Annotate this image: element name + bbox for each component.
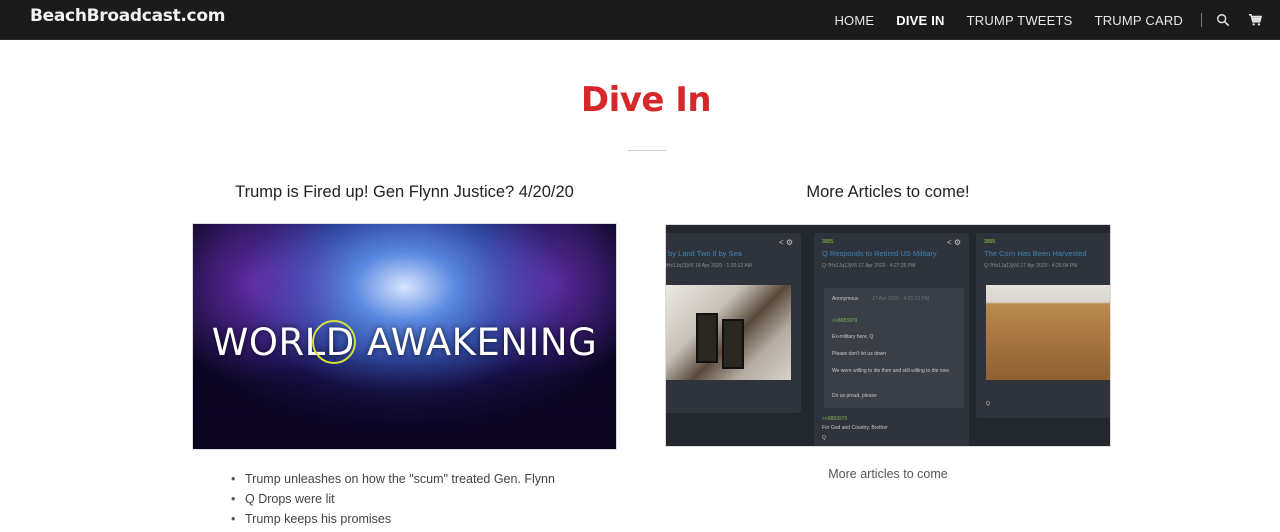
reply-author: Anonymous [832,296,859,302]
right-article-heading: More Articles to come! [806,183,970,201]
title-divider [628,150,666,151]
q-drop-meta: !!Hs1Jq13jV6 18 Apr 2020 - 1:20:12 AM [665,263,752,269]
reply-time: 17 Apr 2020 - 4:25:12 PM [872,296,929,302]
q-drop-number: 3905 [984,239,996,245]
bullet-item: Q Drops were lit [231,489,555,509]
image-shade [193,349,616,449]
nav-item-home[interactable]: HOME [834,13,874,28]
q-drop-title: The Corn Has Been Harvested [984,249,1087,258]
q-drop-meta: Q !!Hs1Jq13jV6 17 Apr 2020 - 4:27:25 PM [822,263,916,269]
q-drop-reply: Anonymous 17 Apr 2020 - 4:25:12 PM >>888… [824,288,964,408]
answer-sign: Q [822,435,826,441]
reply-quote: >>8883979 [832,318,858,324]
q-drop-card: 3905 The Corn Has Been Harvested Q !!Hs1… [976,233,1110,418]
lantern-photo [666,285,791,380]
q-drop-card: < ⚙ f by Land Two if by Sea !!Hs1Jq13jV6… [665,233,801,413]
share-icon: < ⚙ [778,238,793,247]
left-article-heading[interactable]: Trump is Fired up! Gen Flynn Justice? 4/… [192,183,617,202]
cart-icon[interactable] [1248,13,1262,27]
nav-item-trump-card[interactable]: TRUMP CARD [1095,13,1183,28]
answer-quote: >>8883979 [822,416,848,422]
q-drop-number: 3905 [822,239,834,245]
answer-text: For God and Country, Brother [822,425,888,431]
site-header: BeachBroadcast.com HOME DIVE IN TRUMP TW… [0,0,1280,40]
q-drop-meta: Q !!Hs1Jq13jV6 17 Apr 2020 - 4:25:04 PM [984,263,1078,269]
q-drops-image[interactable]: < ⚙ f by Land Two if by Sea !!Hs1Jq13jV6… [665,224,1111,447]
share-icon: < ⚙ [946,238,961,247]
q-drop-title: f by Land Two if by Sea [665,249,742,258]
corn-field-photo [986,285,1110,380]
main-nav: HOME DIVE IN TRUMP TWEETS TRUMP CARD [834,0,1280,40]
page-title: Dive In [580,80,712,120]
nav-item-dive-in[interactable]: DIVE IN [896,13,944,28]
reply-line: We were willing to die then and still wi… [832,368,949,374]
q-drop-title: Q Responds to Retired US Military [822,249,937,258]
site-logo[interactable]: BeachBroadcast.com [30,6,225,26]
nav-item-trump-tweets[interactable]: TRUMP TWEETS [967,13,1073,28]
left-article-bullets: Trump unleashes on how the "scum" treate… [231,469,555,529]
lantern-shape [696,313,718,363]
q-drop-card: 3905 < ⚙ Q Responds to Retired US Milita… [814,233,969,446]
nav-divider [1201,13,1202,27]
image-overlay-text: WORLD AWAKENING [211,321,598,364]
lantern-shape [722,319,744,369]
bullet-item: Trump keeps his promises [231,509,555,529]
world-awakening-image[interactable]: WORLD AWAKENING [192,223,617,450]
reply-line: Ex-military here, Q [832,334,874,340]
bullet-item: Trump unleashes on how the "scum" treate… [231,469,555,489]
search-icon[interactable] [1216,13,1230,27]
right-article-caption: More articles to come [828,467,948,481]
reply-line: Please don't let us down [832,351,887,357]
cursor-highlight-icon [312,320,356,364]
q-drop-sign: Q [986,401,990,407]
reply-line: Do us proud, please [832,393,877,399]
